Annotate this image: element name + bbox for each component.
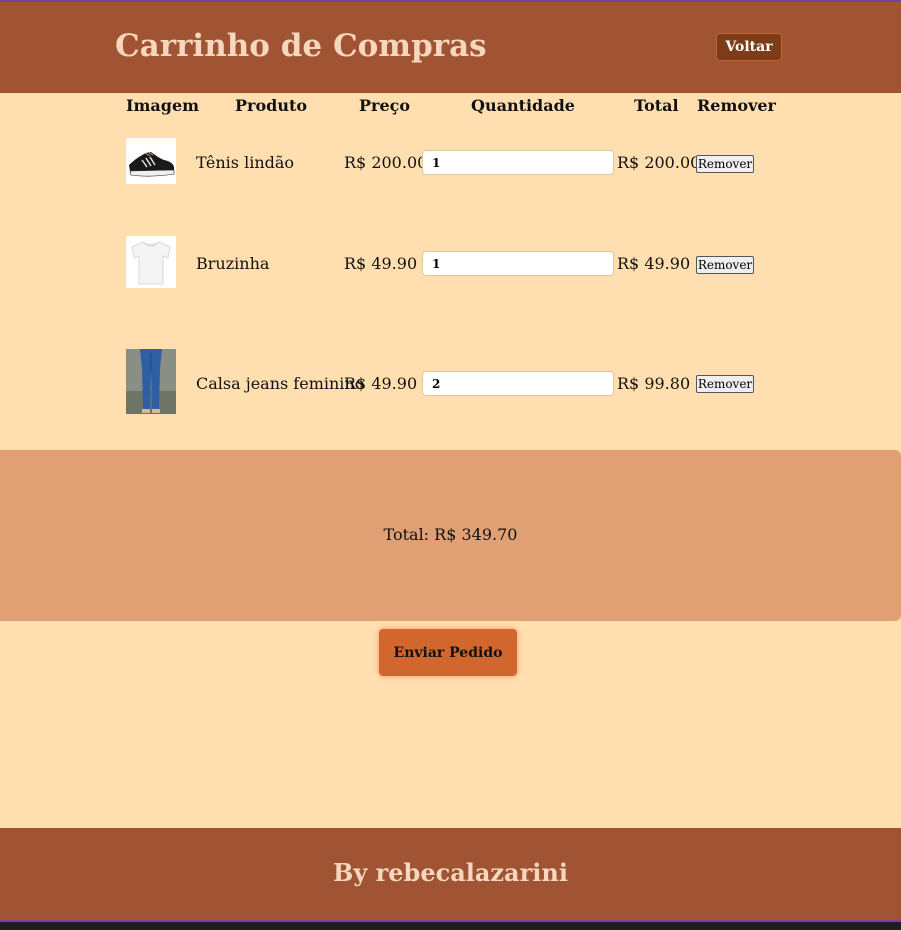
column-header-quantity: Quantidade [471, 96, 575, 115]
page-title: Carrinho de Compras [115, 28, 487, 64]
quantity-input[interactable] [422, 371, 614, 396]
remove-button[interactable]: Remover [696, 155, 754, 173]
product-price: R$ 49.90 [344, 374, 418, 393]
column-header-price: Preço [359, 96, 411, 115]
quantity-input[interactable] [422, 150, 614, 175]
column-header-total: Total [634, 96, 679, 115]
quantity-input[interactable] [422, 251, 614, 276]
row-total: R$ 200.00 [617, 153, 701, 172]
back-button[interactable]: Voltar [716, 33, 782, 61]
bottom-bar [0, 920, 901, 930]
row-total: R$ 99.80 [617, 374, 691, 393]
column-header-product: Produto [235, 96, 308, 115]
footer-credit: By rebecalazarini [333, 858, 568, 887]
product-price: R$ 200.00 [344, 153, 428, 172]
product-price: R$ 49.90 [344, 254, 418, 273]
tshirt-image [126, 236, 176, 288]
header: Carrinho de Compras Voltar [0, 2, 901, 93]
column-header-image: Imagem [126, 96, 200, 115]
cart-total: Total: R$ 349.70 [383, 525, 518, 544]
row-total: R$ 49.90 [617, 254, 691, 273]
product-name: Tênis lindão [196, 153, 295, 172]
jeans-image [126, 349, 176, 414]
sneaker-image [126, 138, 176, 184]
remove-button[interactable]: Remover [696, 375, 754, 393]
send-order-button[interactable]: Enviar Pedido [379, 629, 517, 676]
remove-button[interactable]: Remover [696, 256, 754, 274]
column-header-remove: Remover [697, 96, 776, 115]
product-name: Calsa jeans feminino [196, 374, 365, 393]
product-name: Bruzinha [196, 254, 270, 273]
